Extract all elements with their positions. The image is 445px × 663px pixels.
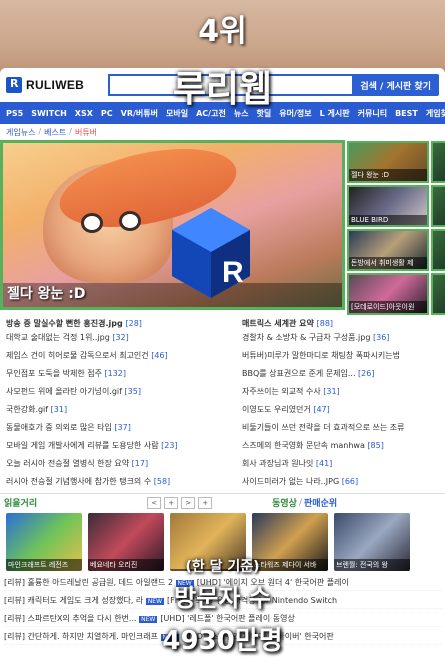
list-item[interactable]: BBQ를 상표권으로 준게 문제임... [26] [242,368,439,386]
list-item[interactable]: 방송 중 말실수할 뻔한 홍진경.jpg [28] [6,318,224,332]
list-item[interactable]: 무인점포 도둑을 박제한 점주 [132] [6,368,224,386]
list-item[interactable]: 동물애호가 중 의외로 많은 타입 [37] [6,422,224,440]
list-item[interactable]: 이영도도 우리였던거 [47] [242,404,439,422]
pager-button[interactable]: + [164,496,179,509]
featured-thumbnails: 젤다 왕눈 :D BLUE BIRD 돈방에서 취미생활 제 [모데로이드]아웃… [345,140,445,315]
list-item[interactable]: 매트릭스 세계관 요약 [88] [242,318,439,332]
thumbnail[interactable]: 돈방에서 취미생활 제 [347,229,429,271]
list-item[interactable]: 오늘 러시아 전승절 열병식 한장 요약 [17] [6,458,224,476]
site-name-caption: 루리웹 [172,69,273,110]
rank-label: 4위 [198,14,247,49]
basis-caption: (한 달 기준) [185,559,260,575]
list-item[interactable]: 스즈메의 한국영화 문단속 manhwa [85] [242,440,439,458]
list-item[interactable]: 러시아 전승절 기념행사에 참가한 탱크의 수 [58] [6,476,224,494]
best-lists: 방송 중 말실수할 뻔한 홍진경.jpg [28] 대학교 술대없는 걱정 1위… [0,318,445,494]
best-list-left: 방송 중 말실수할 뻔한 홍진경.jpg [28] 대학교 술대없는 걱정 1위… [0,318,230,494]
hero-artwork [43,143,244,283]
list-item[interactable]: 모바일 게임 개발사에게 리뷰를 도용당한 사람 [23] [6,440,224,458]
breadcrumb-item[interactable]: 게임뉴스 [6,127,35,137]
list-item[interactable]: 대학교 술대없는 걱정 1위..jpg [32] [6,332,224,350]
section-title: 읽을거리 [4,499,38,509]
tab-sales-rank[interactable]: 판매순위 [304,496,337,509]
breadcrumb-item[interactable]: 버튜버 [75,127,97,137]
list-item[interactable]: 국한강화.gif [31] [6,404,224,422]
tab-video[interactable]: 동영상 [272,496,297,509]
list-item[interactable]: 비둘기들이 쓰던 전략을 더 효과적으로 쓰는 조류 [242,422,439,440]
section-header: 읽을거리 < + > + 동영상 / 판매순위 [0,493,445,511]
thumbnail[interactable]: 젤다 왕눈 :D [347,141,429,183]
list-item[interactable]: 사모펀드 위에 올라탄 아기넝이.gif [35] [6,386,224,404]
list-item[interactable]: 회사 과장님과 원나잇 [41] [242,458,439,476]
visitors-value: 4930만명 [162,626,283,656]
thumbnail[interactable]: [모데로이드]아웃이원 [347,273,429,315]
pager-button[interactable]: + [198,496,213,509]
best-list-right: 매트릭스 세계관 요약 [88] 경찰차 & 소방차 & 구급차 구성품.jpg… [230,318,445,494]
breadcrumb-item[interactable]: 베스트 [44,127,66,137]
list-item[interactable]: 사이드미러가 없는 나라..JPG [66] [242,476,439,494]
ruliweb-cube-logo: R [172,208,250,298]
list-item[interactable]: 자주쓰이는 외교적 수사 [31] [242,386,439,404]
pager-button[interactable]: > [181,496,196,509]
list-item[interactable]: 버튜버)미루가 말한마디로 채팅창 폭파시키는법 [242,350,439,368]
visitors-label: 방문자 수 [174,584,271,612]
breadcrumb: 게임뉴스 / 베스트 / 버튜버 [6,127,98,137]
hero-title: 젤다 왕눈 :D [7,286,86,302]
list-item[interactable]: 경찰차 & 소방차 & 구급차 구성품.jpg [36] [242,332,439,350]
svg-text:R: R [222,256,244,289]
pager-button[interactable]: < [147,496,162,509]
list-item[interactable]: 제임스 건이 히어로물 감독으로서 최고인건 [46] [6,350,224,368]
pager: < + > + [147,496,213,509]
thumbnail[interactable]: BLUE BIRD [347,185,429,227]
